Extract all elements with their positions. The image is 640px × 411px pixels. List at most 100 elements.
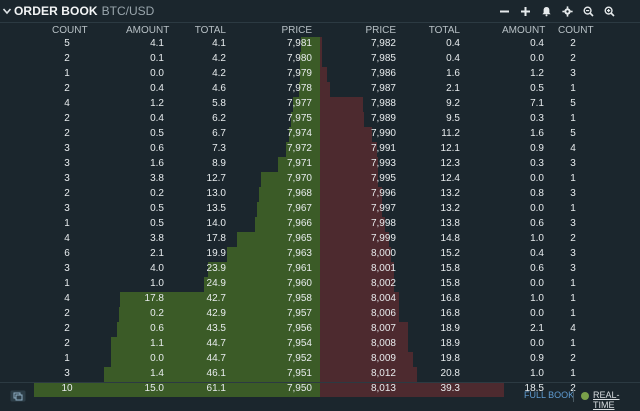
bid-row[interactable]: 6 2.1 19.9 7,963 bbox=[16, 247, 320, 262]
ask-row[interactable]: 7,997 13.2 0.0 1 bbox=[320, 202, 624, 217]
bid-amount: 3.8 bbox=[150, 173, 164, 184]
ask-total: 0.4 bbox=[446, 38, 460, 49]
ask-amount: 0.0 bbox=[530, 173, 544, 184]
ask-price: 7,982 bbox=[370, 38, 396, 49]
minus-icon[interactable] bbox=[497, 4, 511, 18]
bid-row[interactable]: 1 0.0 4.2 7,979 bbox=[16, 67, 320, 82]
bid-row[interactable]: 2 1.1 44.7 7,954 bbox=[16, 337, 320, 352]
ask-row[interactable]: 7,991 12.1 0.9 4 bbox=[320, 142, 624, 157]
bid-amount: 0.6 bbox=[150, 143, 164, 154]
ask-row[interactable]: 7,988 9.2 7.1 5 bbox=[320, 97, 624, 112]
bid-row[interactable]: 2 0.1 4.2 7,980 bbox=[16, 52, 320, 67]
bid-total: 7.3 bbox=[212, 143, 226, 154]
bid-price: 7,951 bbox=[286, 368, 312, 379]
bid-row[interactable]: 2 0.2 13.0 7,968 bbox=[16, 187, 320, 202]
ask-count: 5 bbox=[570, 98, 576, 109]
bid-row[interactable]: 4 17.8 42.7 7,958 bbox=[16, 292, 320, 307]
bid-row[interactable]: 4 1.2 5.8 7,977 bbox=[16, 97, 320, 112]
bid-total: 23.9 bbox=[206, 263, 226, 274]
ask-row[interactable]: 7,999 14.8 1.0 2 bbox=[320, 232, 624, 247]
bell-icon[interactable] bbox=[539, 4, 553, 18]
ask-row[interactable]: 8,012 20.8 1.0 1 bbox=[320, 367, 624, 382]
bid-row[interactable]: 3 1.4 46.1 7,951 bbox=[16, 367, 320, 382]
bid-total: 5.8 bbox=[212, 98, 226, 109]
ask-row[interactable]: 8,008 18.9 0.0 1 bbox=[320, 337, 624, 352]
bid-count: 2 bbox=[64, 53, 70, 64]
bid-count: 1 bbox=[64, 278, 70, 289]
ask-row[interactable]: 7,993 12.3 0.3 3 bbox=[320, 157, 624, 172]
ask-row[interactable]: 7,989 9.5 0.3 1 bbox=[320, 112, 624, 127]
ask-amount: 0.4 bbox=[530, 248, 544, 259]
bid-row[interactable]: 5 4.1 4.1 7,981 bbox=[16, 37, 320, 52]
ask-row[interactable]: 7,986 1.6 1.2 3 bbox=[320, 67, 624, 82]
ask-row[interactable]: 7,985 0.4 0.0 2 bbox=[320, 52, 624, 67]
bid-count: 4 bbox=[64, 233, 70, 244]
bid-row[interactable]: 4 3.8 17.8 7,965 bbox=[16, 232, 320, 247]
bid-total: 4.2 bbox=[212, 68, 226, 79]
bid-row[interactable]: 3 0.5 13.5 7,967 bbox=[16, 202, 320, 217]
bid-row[interactable]: 2 0.4 6.2 7,975 bbox=[16, 112, 320, 127]
bid-count: 6 bbox=[64, 248, 70, 259]
chevron-down-icon[interactable] bbox=[2, 6, 12, 16]
ask-price: 8,006 bbox=[370, 308, 396, 319]
ask-price: 7,995 bbox=[370, 173, 396, 184]
full-book-link[interactable]: FULL BOOK bbox=[524, 390, 574, 400]
bid-row[interactable]: 2 0.5 6.7 7,974 bbox=[16, 127, 320, 142]
bid-row[interactable]: 3 3.8 12.7 7,970 bbox=[16, 172, 320, 187]
ask-row[interactable]: 8,007 18.9 2.1 4 bbox=[320, 322, 624, 337]
realtime-link[interactable]: REAL-TIME bbox=[593, 390, 640, 410]
ask-count: 3 bbox=[570, 188, 576, 199]
ask-count: 4 bbox=[570, 323, 576, 334]
bid-price: 7,974 bbox=[286, 128, 312, 139]
plus-icon[interactable] bbox=[518, 4, 532, 18]
ask-row[interactable]: 7,990 11.2 1.6 5 bbox=[320, 127, 624, 142]
ask-total: 1.6 bbox=[446, 68, 460, 79]
bid-row[interactable]: 1 0.5 14.0 7,966 bbox=[16, 217, 320, 232]
bid-total: 42.7 bbox=[206, 293, 226, 304]
bid-row[interactable]: 2 0.4 4.6 7,978 bbox=[16, 82, 320, 97]
zoom-out-icon[interactable] bbox=[581, 4, 595, 18]
ask-row[interactable]: 8,006 16.8 0.0 1 bbox=[320, 307, 624, 322]
bid-price: 7,961 bbox=[286, 263, 312, 274]
ask-row[interactable]: 7,998 13.8 0.6 3 bbox=[320, 217, 624, 232]
bid-total: 17.8 bbox=[206, 233, 226, 244]
ask-amount: 0.9 bbox=[530, 143, 544, 154]
bid-amount: 17.8 bbox=[144, 293, 164, 304]
bid-row[interactable]: 2 0.2 42.9 7,957 bbox=[16, 307, 320, 322]
bid-total: 6.2 bbox=[212, 113, 226, 124]
ask-row[interactable]: 7,987 2.1 0.5 1 bbox=[320, 82, 624, 97]
ask-amount: 0.6 bbox=[530, 263, 544, 274]
pair-label: BTC/USD bbox=[101, 4, 155, 18]
ask-row[interactable]: 7,995 12.4 0.0 1 bbox=[320, 172, 624, 187]
bid-amount: 1.0 bbox=[150, 278, 164, 289]
bid-price: 7,975 bbox=[286, 113, 312, 124]
gear-icon[interactable] bbox=[560, 4, 574, 18]
ask-row[interactable]: 8,004 16.8 1.0 1 bbox=[320, 292, 624, 307]
bid-total: 6.7 bbox=[212, 128, 226, 139]
ask-row[interactable]: 7,996 13.2 0.8 3 bbox=[320, 187, 624, 202]
bid-row[interactable]: 1 1.0 24.9 7,960 bbox=[16, 277, 320, 292]
bid-total: 44.7 bbox=[206, 338, 226, 349]
ask-total: 14.8 bbox=[440, 233, 460, 244]
ask-row[interactable]: 7,982 0.4 0.4 2 bbox=[320, 37, 624, 52]
bid-total: 24.9 bbox=[206, 278, 226, 289]
zoom-in-icon[interactable] bbox=[602, 4, 616, 18]
toolbar bbox=[490, 4, 616, 18]
ask-total: 2.1 bbox=[446, 83, 460, 94]
bid-row[interactable]: 3 1.6 8.9 7,971 bbox=[16, 157, 320, 172]
bid-count: 1 bbox=[64, 68, 70, 79]
ask-count: 3 bbox=[570, 248, 576, 259]
bid-row[interactable]: 1 0.0 44.7 7,952 bbox=[16, 352, 320, 367]
popout-icon[interactable] bbox=[10, 390, 26, 402]
title-group[interactable]: ORDER BOOK BTC/USD bbox=[2, 3, 154, 19]
bid-row[interactable]: 2 0.6 43.5 7,956 bbox=[16, 322, 320, 337]
ask-row[interactable]: 8,002 15.8 0.0 1 bbox=[320, 277, 624, 292]
bid-row[interactable]: 3 0.6 7.3 7,972 bbox=[16, 142, 320, 157]
ask-row[interactable]: 8,009 19.8 0.9 2 bbox=[320, 352, 624, 367]
ask-row[interactable]: 8,000 15.2 0.4 3 bbox=[320, 247, 624, 262]
ask-row[interactable]: 8,001 15.8 0.6 3 bbox=[320, 262, 624, 277]
bid-amount: 4.0 bbox=[150, 263, 164, 274]
ask-total: 13.2 bbox=[440, 188, 460, 199]
bid-row[interactable]: 3 4.0 23.9 7,961 bbox=[16, 262, 320, 277]
ask-amount: 1.0 bbox=[530, 233, 544, 244]
